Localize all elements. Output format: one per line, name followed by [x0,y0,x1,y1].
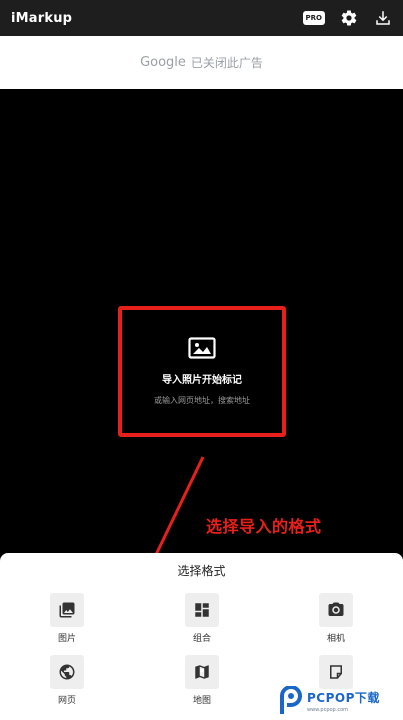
ad-google-label: Google [140,55,186,70]
photo-library-icon [59,602,75,618]
app-bar: iMarkup PRO [0,0,403,36]
format-camera[interactable]: 相机 [306,593,366,644]
watermark-brand: PCPOP下载 [307,689,380,706]
format-web[interactable]: 网页 [37,655,97,706]
format-map-tile [185,655,219,689]
watermark: PCPOP下载 www.pcpop.com [278,682,403,720]
format-web-tile [50,655,84,689]
collage-icon [195,603,209,617]
download-button[interactable] [373,8,393,28]
pcpop-logo-icon [280,686,302,714]
watermark-brand-suffix: 下载 [354,691,380,705]
gear-icon [341,10,357,26]
format-image[interactable]: 图片 [37,593,97,644]
format-image-tile [50,593,84,627]
format-map[interactable]: 地图 [172,655,232,706]
image-icon [188,337,216,359]
download-icon [376,11,390,25]
format-camera-label: 相机 [326,634,345,644]
watermark-text: PCPOP下载 www.pcpop.com [307,689,380,713]
import-photo-button[interactable]: 导入照片开始标记 或输入网页地址，搜索地址 [118,306,286,437]
annotation-text: 选择导入的格式 [206,517,322,536]
watermark-url: www.pcpop.com [307,707,348,713]
format-image-label: 图片 [57,634,76,644]
format-camera-tile [319,593,353,627]
settings-button[interactable] [339,8,359,28]
format-collage-tile [185,593,219,627]
globe-icon [59,664,75,680]
format-collage-label: 组合 [192,634,211,644]
camera-icon [328,602,344,616]
pro-badge[interactable]: PRO [302,11,325,25]
ad-banner: Google 已关闭此广告 [0,36,403,89]
sheet-title: 选择格式 [177,564,226,578]
note-icon [330,665,342,679]
import-subtitle: 或输入网页地址，搜索地址 [154,396,250,405]
format-collage[interactable]: 组合 [172,593,232,644]
format-web-label: 网页 [57,696,76,706]
watermark-brand-main: PCPOP [307,691,355,705]
import-title: 导入照片开始标记 [162,375,242,386]
ad-closed-text: 已关闭此广告 [190,56,263,70]
app-title: iMarkup [11,10,73,26]
canvas-area: 导入照片开始标记 或输入网页地址，搜索地址 [0,89,403,553]
map-icon [195,665,209,679]
format-map-label: 地图 [192,696,211,706]
appbar-actions: PRO [302,8,393,28]
